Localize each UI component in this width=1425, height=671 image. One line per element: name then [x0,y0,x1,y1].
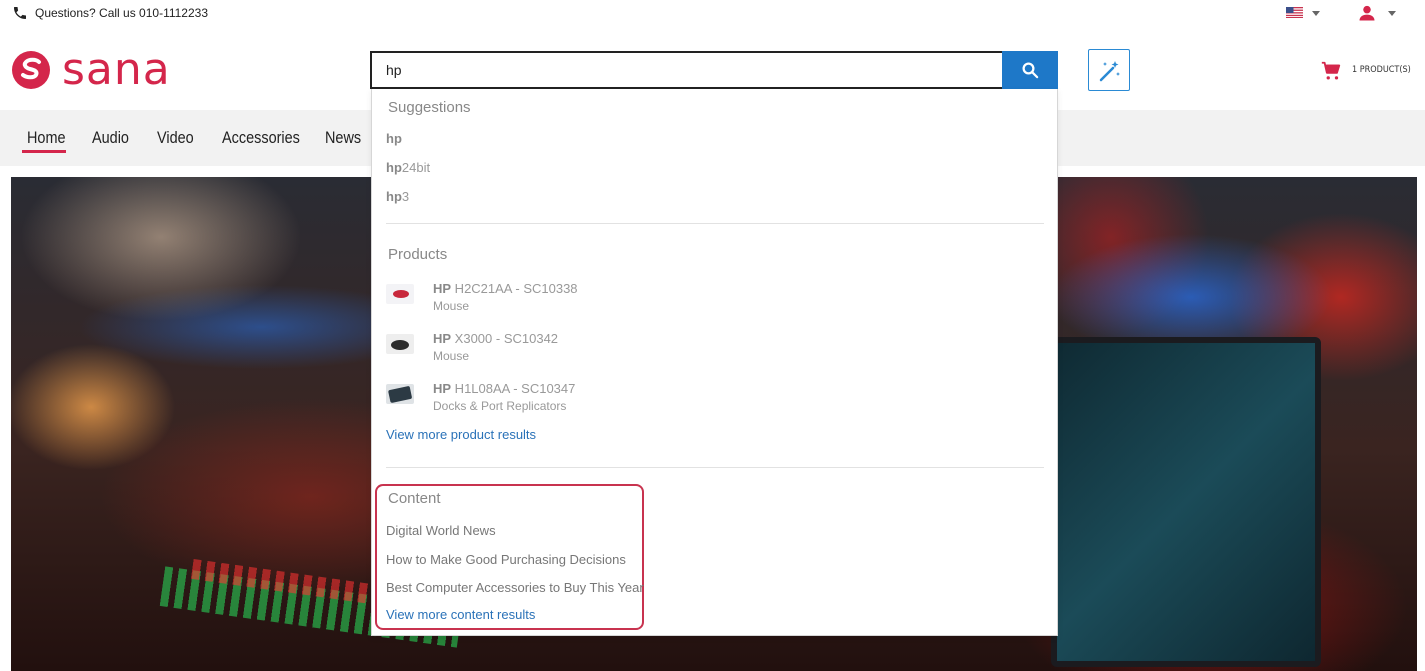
suggestion-match: hp [386,160,402,175]
user-account-icon[interactable] [1357,3,1377,23]
suggestion-item[interactable]: hp24bit [386,160,430,175]
nav-item-audio[interactable]: Audio [92,128,129,148]
view-more-content-link[interactable]: View more content results [386,607,535,622]
nav-item-video[interactable]: Video [157,128,194,148]
top-bar: Questions? Call us 010-1112233 [0,0,1425,28]
search-input[interactable] [370,51,1002,89]
product-result-item[interactable]: HP X3000 - SC10342 Mouse [386,331,986,365]
section-divider [386,467,1044,468]
search-icon [1022,62,1039,79]
product-category: Mouse [433,349,470,363]
products-heading: Products [388,246,448,263]
product-category: Mouse [433,299,470,313]
suggestions-heading: Suggestions [388,99,471,116]
content-result-item[interactable]: How to Make Good Purchasing Decisions [386,552,626,567]
sana-logo-text: sana [62,44,171,95]
section-divider [386,223,1044,224]
product-name: HP H1L08AA - SC10347 [433,381,576,396]
magic-wand-icon [1099,61,1120,82]
product-result-item[interactable]: HP H1L08AA - SC10347 Docks & Port Replic… [386,381,986,415]
product-category: Docks & Port Replicators [433,399,567,413]
suggestion-rest: 24bit [401,160,431,175]
suggestion-item[interactable]: hp3 [386,189,409,204]
search-button[interactable] [1002,51,1058,89]
account-chevron-down-icon[interactable] [1388,11,1396,16]
sana-logo[interactable]: sana [11,44,181,95]
content-result-item[interactable]: Digital World News [386,523,496,538]
nav-item-news[interactable]: News [325,128,361,148]
content-heading: Content [388,490,441,507]
search-suggestions-dropdown: Suggestions hp hp24bit hp3 Products HP H… [371,89,1058,636]
nav-item-accessories[interactable]: Accessories [222,128,300,148]
shopping-cart-icon[interactable] [1320,60,1342,82]
sana-logo-mark-icon [12,51,50,89]
product-result-item[interactable]: HP H2C21AA - SC10338 Mouse [386,281,986,315]
product-thumbnail [386,334,414,354]
suggestion-match: hp [386,131,402,146]
product-thumbnail [386,284,414,304]
us-flag-icon[interactable] [1286,7,1303,18]
product-name: HP H2C21AA - SC10338 [433,281,578,296]
language-chevron-down-icon[interactable] [1312,11,1320,16]
product-thumbnail [386,384,414,404]
search-bar [370,51,1058,89]
visual-designer-button[interactable] [1088,49,1130,91]
suggestion-rest: 3 [401,189,410,204]
suggestion-match: hp [386,189,402,204]
contact-phone-text: Questions? Call us 010-1112233 [35,6,209,20]
suggestion-item[interactable]: hp [386,131,402,146]
nav-item-home[interactable]: Home [27,128,66,148]
view-more-products-link[interactable]: View more product results [386,427,536,442]
product-name: HP X3000 - SC10342 [433,331,559,346]
phone-icon [14,7,26,19]
nav-active-indicator [22,150,66,153]
content-result-item[interactable]: Best Computer Accessories to Buy This Ye… [386,580,644,595]
cart-summary-text[interactable]: 1 PRODUCT(S) [1352,65,1411,75]
